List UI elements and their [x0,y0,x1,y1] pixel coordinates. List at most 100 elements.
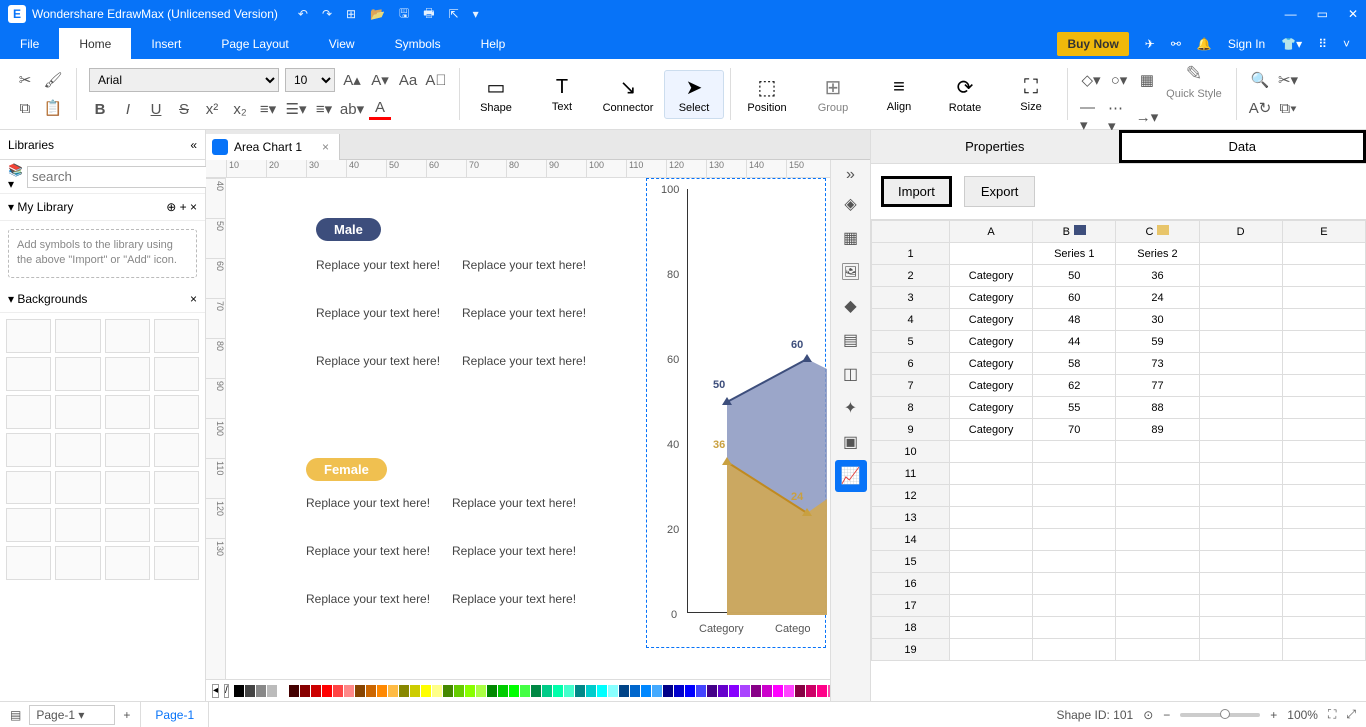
bg-thumb[interactable] [154,433,199,467]
color-swatch[interactable] [575,685,585,697]
color-swatch[interactable] [487,685,497,697]
color-swatch[interactable] [729,685,739,697]
color-swatch[interactable] [806,685,816,697]
bg-thumb[interactable] [55,319,100,353]
row-header[interactable]: 4 [872,309,950,331]
cell[interactable]: 88 [1116,397,1199,419]
import-button[interactable]: Import [881,176,952,207]
color-swatch[interactable] [509,685,519,697]
color-swatch[interactable] [333,685,343,697]
placeholder-text[interactable]: Replace your text here! [316,258,440,272]
object-tool-icon[interactable]: ◫ [835,358,867,390]
paste-icon[interactable]: 📋 [42,97,64,119]
sign-in-link[interactable]: Sign In [1228,37,1265,51]
color-swatch[interactable] [344,685,354,697]
color-swatch[interactable] [597,685,607,697]
underline-icon[interactable]: U [145,98,167,120]
group-button[interactable]: ⊞Group [803,75,863,114]
bg-thumb[interactable] [105,357,150,391]
tab-data[interactable]: Data [1119,130,1366,163]
color-swatch[interactable] [421,685,431,697]
play-icon[interactable]: ⊙ [1143,708,1153,722]
color-swatch[interactable] [718,685,728,697]
color-swatch[interactable] [564,685,574,697]
cell[interactable]: 73 [1116,353,1199,375]
color-swatch[interactable] [377,685,387,697]
cell[interactable]: Category [950,287,1033,309]
find-icon[interactable]: 🔍 [1249,69,1271,91]
page-tool-icon[interactable]: ▤ [835,324,867,356]
placeholder-text[interactable]: Replace your text here! [452,496,576,510]
cell[interactable]: Category [950,397,1033,419]
cell[interactable] [1282,287,1365,309]
cell[interactable] [1199,375,1282,397]
cell[interactable]: 70 [1033,419,1116,441]
canvas[interactable]: Male Replace your text here! Replace you… [226,178,830,679]
cell[interactable] [1199,397,1282,419]
col-header[interactable]: E [1282,221,1365,243]
color-swatch[interactable] [795,685,805,697]
cell[interactable] [1199,419,1282,441]
cell[interactable]: 48 [1033,309,1116,331]
expand-strip-icon[interactable]: » [835,164,867,186]
no-color-icon[interactable]: / [224,684,229,698]
menu-view[interactable]: View [309,28,375,59]
bg-thumb[interactable] [55,395,100,429]
row-header[interactable]: 3 [872,287,950,309]
row-header[interactable]: 2 [872,265,950,287]
color-swatch[interactable] [278,685,288,697]
cell[interactable]: 77 [1116,375,1199,397]
cell[interactable]: 55 [1033,397,1116,419]
font-color-icon[interactable]: A [369,98,391,120]
strike-icon[interactable]: S [173,98,195,120]
row-header[interactable]: 13 [872,507,950,529]
format-painter-icon[interactable]: 🖌 [42,69,64,91]
print-icon[interactable]: 🖶 [423,4,434,25]
undo-icon[interactable]: ↶ [298,7,308,21]
cell[interactable] [1199,265,1282,287]
cell[interactable]: 89 [1116,419,1199,441]
line-style-icon[interactable]: —▾ [1080,106,1102,128]
cell[interactable]: 36 [1116,265,1199,287]
page-tab[interactable]: Page-1 [141,702,209,727]
color-swatch[interactable] [696,685,706,697]
cell[interactable]: Category [950,353,1033,375]
font-size-select[interactable]: 10 [285,68,335,92]
cell[interactable] [1282,397,1365,419]
row-header[interactable]: 7 [872,375,950,397]
bg-thumb[interactable] [55,508,100,542]
presentation-tool-icon[interactable]: ▣ [835,426,867,458]
bg-thumb[interactable] [55,546,100,580]
color-swatch[interactable] [542,685,552,697]
italic-icon[interactable]: I [117,98,139,120]
bg-thumb[interactable] [105,433,150,467]
list-icon[interactable]: ☰▾ [285,98,307,120]
col-header[interactable]: B [1033,221,1116,243]
color-swatch[interactable] [751,685,761,697]
color-swatch[interactable] [476,685,486,697]
color-swatch[interactable] [443,685,453,697]
color-swatch[interactable] [707,685,717,697]
cell[interactable]: 59 [1116,331,1199,353]
color-swatch[interactable] [322,685,332,697]
placeholder-text[interactable]: Replace your text here! [306,544,430,558]
cut-icon[interactable]: ✂ [14,69,36,91]
buy-now-button[interactable]: Buy Now [1057,32,1128,56]
layers-tool-icon[interactable]: ◆ [835,290,867,322]
library-search-input[interactable] [27,166,214,188]
redo-icon[interactable]: ↷ [322,7,332,21]
more-icon[interactable]: ▾ [473,7,479,21]
row-header[interactable]: 11 [872,463,950,485]
open-icon[interactable]: 📂 [370,7,385,21]
bg-thumb[interactable] [6,508,51,542]
export-button[interactable]: Export [964,176,1036,207]
bg-thumb[interactable] [105,508,150,542]
cell[interactable] [1199,353,1282,375]
placeholder-text[interactable]: Replace your text here! [462,258,586,272]
shape-button[interactable]: ▭Shape [466,75,526,114]
menu-help[interactable]: Help [461,28,526,59]
cell[interactable] [1199,287,1282,309]
bg-thumb[interactable] [6,395,51,429]
color-swatch[interactable] [652,685,662,697]
bg-thumb[interactable] [154,471,199,505]
